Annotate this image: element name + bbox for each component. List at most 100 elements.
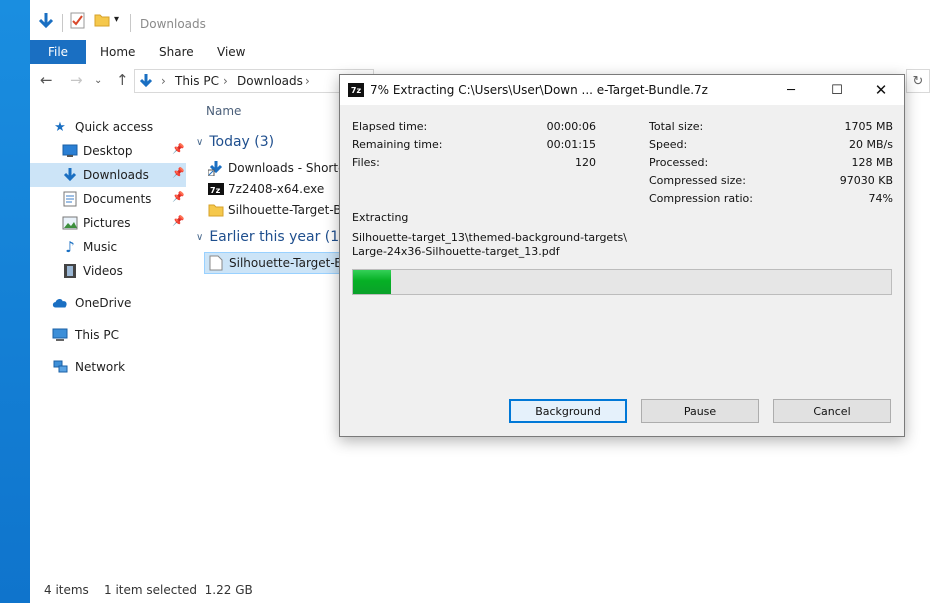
column-header-name[interactable]: Name: [206, 104, 241, 118]
nav-this-pc-label: This PC: [75, 328, 119, 342]
address-separator-icon: ›: [305, 74, 310, 88]
address-segment-this-pc[interactable]: This PC: [175, 74, 219, 88]
minimize-icon[interactable]: ─: [768, 75, 814, 105]
pictures-icon: [62, 215, 78, 231]
nav-item-label: Videos: [83, 264, 123, 278]
current-file: Large-24x36-Silhouette-target_13.pdf: [352, 245, 560, 258]
file-row-downloads-shortcut[interactable]: Downloads - Shortcut: [204, 157, 344, 179]
file-icon: [209, 255, 225, 271]
nav-item-label: Downloads: [83, 168, 149, 182]
address-bar[interactable]: › This PC › Downloads ›: [134, 69, 374, 93]
recent-locations-chevron-icon[interactable]: ⌄: [94, 75, 102, 86]
7zip-app-icon: 7z: [348, 83, 364, 97]
total-size-value: 1705 MB: [844, 120, 893, 133]
nav-onedrive-label: OneDrive: [75, 296, 132, 310]
extract-progress-dialog: 7z 7% Extracting C:\Users\User\Down ... …: [339, 74, 905, 437]
compression-ratio-label: Compression ratio:: [649, 192, 753, 205]
svg-text:7z: 7z: [210, 186, 221, 195]
file-row-folder[interactable]: Silhouette-Target-Bundle: [204, 199, 344, 221]
ribbon-tabs: File Home Share View: [30, 40, 935, 64]
dialog-title: 7% Extracting C:\Users\User\Down ... e-T…: [370, 83, 708, 97]
nav-item-videos[interactable]: Videos: [30, 259, 186, 283]
nav-quick-access[interactable]: ★ Quick access: [30, 115, 186, 139]
address-download-icon: [139, 73, 153, 92]
file-row-7z-installer[interactable]: 7z 7z2408-x64.exe: [204, 178, 344, 200]
cancel-button[interactable]: Cancel: [773, 399, 891, 423]
maximize-icon[interactable]: ☐: [814, 75, 860, 105]
cloud-icon: [52, 295, 68, 311]
documents-icon: [62, 191, 78, 207]
file-name: Downloads - Shortcut: [228, 161, 344, 175]
operation-label: Extracting: [352, 211, 409, 224]
file-name: 7z2408-x64.exe: [228, 182, 325, 196]
explorer-download-icon[interactable]: [38, 12, 54, 32]
back-arrow-icon[interactable]: ←: [40, 71, 53, 89]
compressed-size-label: Compressed size:: [649, 174, 746, 187]
new-folder-icon[interactable]: [94, 12, 110, 32]
film-icon: [62, 263, 78, 279]
status-selection: 1 item selected 1.22 GB: [104, 583, 253, 597]
file-row-7z-archive[interactable]: Silhouette-Target-Bundle.7z: [204, 252, 344, 274]
ribbon-tab-share[interactable]: Share: [159, 45, 194, 59]
file-name: Silhouette-Target-Bundle.7z: [229, 256, 343, 270]
nav-item-label: Pictures: [83, 216, 131, 230]
desktop-icon: [62, 143, 78, 159]
pin-icon[interactable]: 📌: [172, 168, 184, 179]
nav-onedrive[interactable]: OneDrive: [30, 291, 186, 315]
nav-this-pc[interactable]: This PC: [30, 323, 186, 347]
nav-item-downloads[interactable]: Downloads 📌: [30, 163, 186, 187]
pin-icon[interactable]: 📌: [172, 192, 184, 203]
pause-button[interactable]: Pause: [641, 399, 759, 423]
star-icon: ★: [54, 119, 66, 135]
address-segment-downloads[interactable]: Downloads: [237, 74, 303, 88]
pin-icon[interactable]: 📌: [172, 216, 184, 227]
pin-icon[interactable]: 📌: [172, 144, 184, 155]
properties-check-icon[interactable]: [70, 12, 86, 32]
extract-progress-bar: [352, 269, 892, 295]
7zip-exe-icon: 7z: [208, 181, 224, 197]
computer-icon: [52, 327, 68, 343]
processed-label: Processed:: [649, 156, 709, 169]
background-button[interactable]: Background: [509, 399, 627, 423]
nav-item-pictures[interactable]: Pictures 📌: [30, 211, 186, 235]
forward-arrow-icon[interactable]: →: [70, 71, 83, 89]
remaining-time-value: 00:01:15: [546, 138, 596, 151]
compression-ratio-value: 74%: [868, 192, 893, 205]
ribbon-tab-home[interactable]: Home: [100, 45, 135, 59]
current-path: Silhouette-target_13\themed-background-t…: [352, 231, 627, 244]
address-separator-icon: ›: [161, 74, 166, 88]
address-separator-icon: ›: [223, 74, 228, 88]
processed-value: 128 MB: [851, 156, 893, 169]
close-icon[interactable]: ✕: [858, 75, 904, 105]
speed-label: Speed:: [649, 138, 688, 151]
files-label: Files:: [352, 156, 380, 169]
group-title: Today (3): [209, 134, 275, 150]
up-arrow-icon[interactable]: ↑: [116, 71, 129, 89]
nav-network[interactable]: Network: [30, 355, 186, 379]
nav-item-label: Desktop: [83, 144, 133, 158]
nav-item-desktop[interactable]: Desktop 📌: [30, 139, 186, 163]
group-header-today[interactable]: ∨ Today (3): [196, 134, 274, 150]
network-icon: [52, 359, 68, 375]
total-size-label: Total size:: [649, 120, 704, 133]
collapse-chevron-icon[interactable]: ∨: [196, 232, 203, 243]
nav-network-label: Network: [75, 360, 126, 374]
folder-icon: [208, 202, 224, 218]
progress-fill: [353, 270, 391, 294]
download-arrow-icon: [62, 167, 78, 183]
collapse-chevron-icon[interactable]: ∨: [196, 137, 203, 148]
ribbon-file-tab[interactable]: File: [30, 40, 86, 64]
ribbon-tab-view[interactable]: View: [217, 45, 245, 59]
nav-item-music[interactable]: ♪ Music: [30, 235, 186, 259]
nav-item-label: Documents: [83, 192, 152, 206]
shortcut-download-icon: [207, 160, 224, 177]
elapsed-time-label: Elapsed time:: [352, 120, 428, 133]
group-header-earlier[interactable]: ∨ Earlier this year (1): [196, 229, 345, 245]
nav-item-documents[interactable]: Documents 📌: [30, 187, 186, 211]
status-bar: 4 items 1 item selected 1.22 GB: [30, 578, 935, 603]
refresh-icon[interactable]: ↻: [906, 69, 930, 93]
dialog-titlebar[interactable]: 7z 7% Extracting C:\Users\User\Down ... …: [340, 75, 904, 105]
customize-qat-chevron-icon[interactable]: ▾: [114, 14, 119, 34]
group-title: Earlier this year (1): [209, 229, 345, 245]
status-item-count: 4 items: [44, 583, 89, 597]
